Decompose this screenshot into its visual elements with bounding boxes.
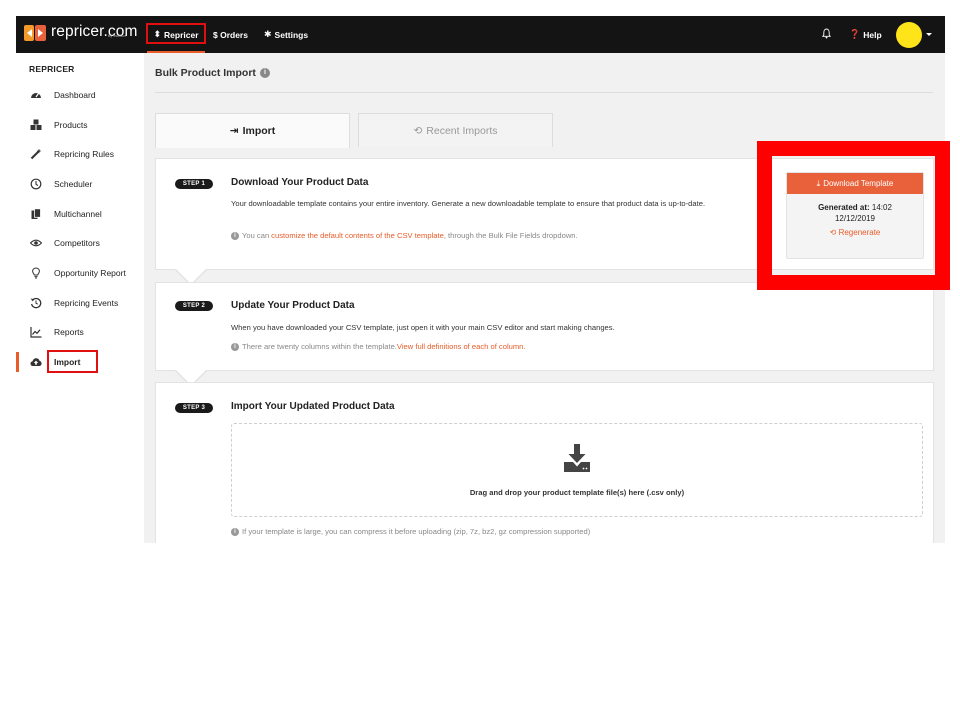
download-tray-icon (564, 444, 590, 472)
sidebar-item-products[interactable]: Products (16, 115, 144, 135)
info-icon: i (231, 527, 239, 536)
sign-in-icon: ⇥ (229, 125, 239, 137)
step-badge: STEP 3 (175, 403, 213, 413)
main-content: Bulk Product Import i ⇥ Import ⟲ Recent … (144, 53, 945, 543)
step-badge: STEP 1 (175, 179, 213, 189)
sidebar-item-label: Multichannel (54, 209, 102, 219)
note-text-after: , through the Bulk File Fields dropdown. (443, 231, 578, 240)
sidebar-item-reports[interactable]: Reports (16, 322, 144, 342)
download-highlight-box (757, 141, 950, 290)
sidebar-item-opportunity-report[interactable]: Opportunity Report (16, 263, 144, 283)
sidebar-item-label: Dashboard (54, 90, 96, 100)
cloud-upload-icon (30, 358, 42, 366)
nav-help[interactable]: ❓ Help (849, 16, 882, 53)
import-highlight-box (47, 350, 98, 373)
bell-icon[interactable] (822, 28, 831, 39)
column-definitions-link[interactable]: View full definitions of each of column. (397, 342, 526, 351)
info-icon[interactable]: i (259, 68, 270, 78)
step-description: Your downloadable template contains your… (231, 199, 706, 208)
sidebar-item-dashboard[interactable]: Dashboard (16, 85, 144, 105)
step-note: i If your template is large, you can com… (231, 527, 590, 536)
step-3-card: STEP 3 Import Your Updated Product Data … (155, 382, 934, 543)
chart-icon (30, 327, 42, 338)
brand-subtext: by xsellco (108, 33, 126, 38)
nav-orders-label: $ Orders (213, 29, 248, 40)
sidebar: REPRICER Dashboard Products Repricing Ru… (16, 53, 144, 543)
caret-down-icon[interactable] (926, 33, 932, 36)
page-title-text: Bulk Product Import (155, 67, 256, 79)
lightbulb-icon (32, 267, 40, 279)
sidebar-item-label: Reports (54, 327, 84, 337)
page-title: Bulk Product Import i (155, 67, 270, 79)
dashboard-icon (31, 93, 41, 98)
sidebar-item-repricing-events[interactable]: Repricing Events (16, 293, 144, 313)
step-note: i You can customize the default contents… (231, 231, 578, 240)
info-icon: i (231, 342, 239, 351)
info-icon: i (231, 231, 239, 240)
gear-icon: ✱ (264, 29, 272, 39)
note-text: There are twenty columns within the temp… (242, 342, 397, 351)
clock-icon (30, 178, 42, 190)
dropzone-text: Drag and drop your product template file… (469, 488, 685, 497)
history-icon (30, 297, 42, 309)
sidebar-item-competitors[interactable]: Competitors (16, 233, 144, 253)
tab-recent-imports[interactable]: ⟲ Recent Imports (358, 113, 553, 147)
tab-recent-label: Recent Imports (426, 124, 498, 137)
tab-import[interactable]: ⇥ Import (155, 113, 350, 148)
wand-icon (30, 148, 42, 160)
file-dropzone[interactable]: Drag and drop your product template file… (231, 423, 923, 517)
nav-settings[interactable]: ✱ Settings (264, 16, 308, 53)
nav-orders[interactable]: $ Orders (213, 16, 248, 53)
step-2-card: STEP 2 Update Your Product Data When you… (155, 282, 934, 371)
avatar[interactable] (896, 22, 922, 48)
divider (155, 92, 933, 93)
top-navbar: repricer.com by xsellco ⬍ Repricer $ Ord… (16, 16, 945, 53)
nav-help-label: Help (863, 29, 882, 40)
question-circle-icon: ❓ (849, 29, 861, 39)
tab-import-label: Import (242, 125, 276, 137)
sidebar-item-multichannel[interactable]: Multichannel (16, 204, 144, 224)
sidebar-item-label: Competitors (54, 238, 100, 248)
copy-icon (31, 208, 41, 219)
step-description: When you have downloaded your CSV templa… (231, 323, 615, 332)
sidebar-item-label: Repricing Events (54, 298, 119, 308)
eye-icon (30, 239, 42, 247)
sidebar-item-scheduler[interactable]: Scheduler (16, 174, 144, 194)
repricer-highlight-box (146, 23, 206, 44)
logo-icon (24, 25, 46, 41)
sidebar-item-label: Opportunity Report (54, 268, 126, 278)
note-text: If your template is large, you can compr… (242, 527, 591, 536)
brand-name: repricer.com (51, 23, 138, 40)
step-title: Import Your Updated Product Data (231, 401, 395, 412)
note-text: You can (242, 231, 270, 240)
step-note: i There are twenty columns within the te… (231, 342, 526, 351)
step-title: Update Your Product Data (231, 300, 355, 311)
nav-settings-label: Settings (274, 29, 309, 40)
sidebar-heading: REPRICER (29, 64, 75, 74)
step-title: Download Your Product Data (231, 177, 369, 188)
history-icon: ⟲ (413, 124, 423, 137)
sidebar-item-repricing-rules[interactable]: Repricing Rules (16, 144, 144, 164)
sidebar-item-label: Scheduler (54, 179, 93, 189)
customize-template-link[interactable]: customize the default contents of the CS… (271, 231, 444, 240)
step-badge: STEP 2 (175, 301, 213, 311)
sidebar-item-label: Repricing Rules (54, 149, 114, 159)
sidebar-item-label: Products (54, 120, 88, 130)
products-icon (30, 119, 42, 130)
